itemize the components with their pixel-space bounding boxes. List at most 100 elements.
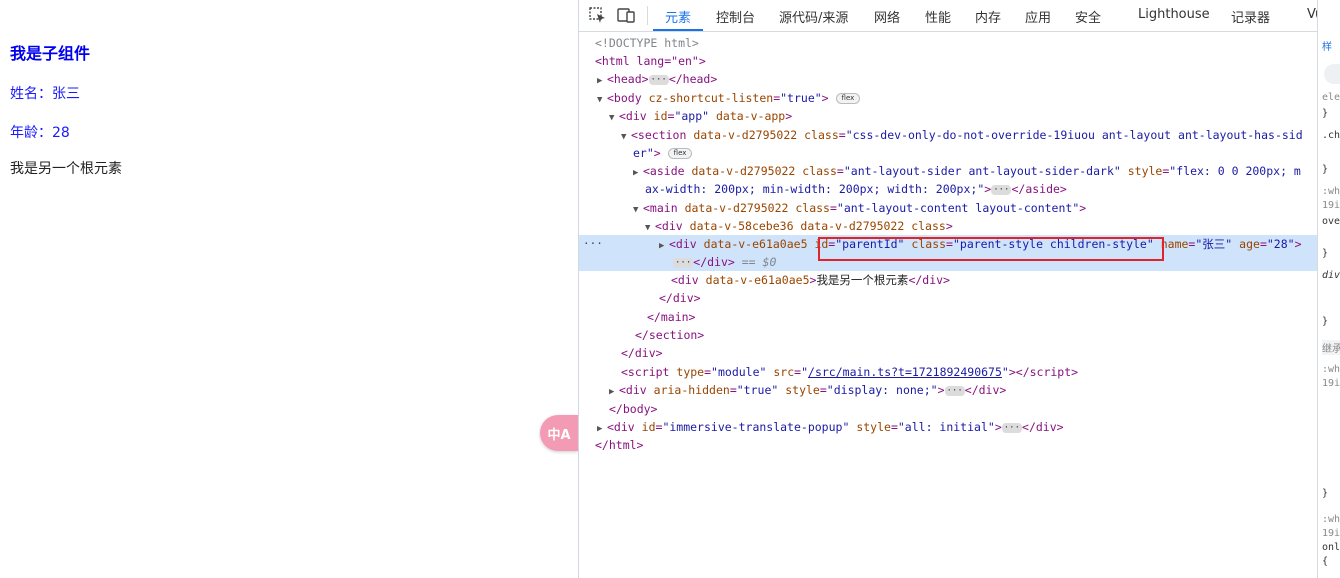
tree-row-section[interactable]: ▼ <section data-v-d2795022 class="css-dev…: [579, 126, 1340, 144]
expand-triangle-icon[interactable]: ▶: [633, 164, 643, 180]
more-options-icon[interactable]: ···: [583, 235, 603, 253]
side-line: }: [1322, 316, 1329, 327]
collapse-triangle-icon[interactable]: ▼: [645, 219, 655, 235]
styles-side-panel: 样 ele } .ch } :wh 19i ove } div } 继承 :wh…: [1317, 0, 1340, 578]
tab-lighthouse[interactable]: Lighthouse: [1138, 7, 1210, 22]
side-line: 19i: [1322, 528, 1340, 539]
collapse-triangle-icon[interactable]: ▼: [621, 128, 631, 144]
tree-row-script[interactable]: <script type="module" src="/src/main.ts?…: [579, 363, 1340, 381]
tree-row-inner-div[interactable]: ▼ <div data-v-58cebe36 data-v-d2795022 cl…: [579, 217, 1340, 235]
tree-row-close-main[interactable]: </main>: [579, 308, 1340, 326]
head-tag: <head>: [607, 72, 649, 86]
tab-console[interactable]: 控制台: [716, 7, 755, 26]
attr-name: data-v-d2795022: [684, 201, 789, 215]
attr-name: data-v-d2795022: [691, 164, 796, 178]
ellipsis-icon[interactable]: ···: [673, 257, 694, 268]
age-line: 年龄：28: [10, 125, 70, 141]
styles-tab[interactable]: 样: [1322, 38, 1332, 53]
tree-row-main[interactable]: ▼ <main data-v-d2795022 class="ant-layout…: [579, 199, 1340, 217]
tree-row-popup[interactable]: ▶ <div id="immersive-translate-popup" sty…: [579, 418, 1335, 436]
tree-row-hidden-div[interactable]: ▶ <div aria-hidden="true" style="display:…: [579, 381, 1340, 399]
tree-row-section-cont[interactable]: er"> flex: [579, 144, 1340, 162]
side-line: }: [1322, 108, 1329, 119]
expand-triangle-icon[interactable]: ▶: [659, 237, 669, 255]
side-line: :wh: [1322, 514, 1340, 525]
ellipsis-icon[interactable]: ···: [991, 184, 1012, 195]
attr-value: "true": [780, 91, 822, 105]
device-toolbar-icon[interactable]: [617, 7, 635, 23]
tree-row-close-html[interactable]: </html>: [579, 436, 1333, 454]
tree-row-close-section[interactable]: </section>: [579, 326, 1340, 344]
attr-value: "28": [1266, 237, 1295, 251]
child-component-heading: 我是子组件: [10, 44, 91, 63]
ellipsis-icon[interactable]: ···: [1001, 422, 1023, 433]
ellipsis-icon[interactable]: ···: [648, 74, 669, 85]
rendered-page: 我是子组件 姓名：张三 年龄：28 我是另一个根元素: [0, 0, 578, 578]
flex-badge[interactable]: flex: [835, 93, 861, 104]
tree-row-doctype[interactable]: <!DOCTYPE html>: [579, 34, 1333, 52]
filter-icon[interactable]: [1324, 64, 1340, 84]
tree-row-html[interactable]: <html lang="en">: [579, 52, 1333, 70]
tab-network[interactable]: 网络: [874, 7, 900, 26]
console-ref: == $0: [741, 255, 777, 269]
side-line: 19i: [1322, 378, 1340, 389]
attr-value: "app": [674, 109, 710, 123]
collapse-triangle-icon[interactable]: ▼: [633, 201, 643, 217]
expand-triangle-icon[interactable]: ▶: [609, 383, 619, 399]
attr-name: cz-shortcut-listen: [648, 91, 774, 105]
side-line: {: [1322, 556, 1329, 567]
tab-elements[interactable]: 元素: [665, 7, 691, 26]
body-tag: <body: [607, 91, 642, 105]
flex-badge[interactable]: flex: [667, 148, 693, 159]
highlight-annotation-box: [818, 237, 1164, 261]
tree-row-head[interactable]: ▶ <head> ··· </head>: [579, 70, 1335, 88]
text-node: 我是另一个根元素: [816, 273, 909, 287]
expand-triangle-icon[interactable]: ▶: [597, 72, 607, 88]
tree-row-root-div[interactable]: <div data-v-e61a0ae5>我是另一个根元素</div>: [579, 271, 1340, 289]
tab-application[interactable]: 应用: [1025, 7, 1051, 26]
attr-name: data-v-58cebe36 data-v-d2795022 class: [689, 219, 946, 233]
name-line: 姓名：张三: [10, 86, 80, 102]
tree-row-close-app[interactable]: </div>: [579, 344, 1340, 362]
attr-value: "display: none;": [826, 383, 938, 397]
attr-value: ax-width: 200px; min-width: 200px; width…: [645, 182, 985, 196]
attr-value: "css-dev-only-do-not-override-19iuou ant…: [845, 128, 1303, 142]
immersive-translate-button[interactable]: 中A: [540, 415, 578, 451]
side-line: ove: [1322, 216, 1340, 227]
tab-memory[interactable]: 内存: [975, 7, 1001, 26]
script-src-link[interactable]: /src/main.ts?t=1721892490675: [808, 365, 1002, 379]
side-line: }: [1322, 248, 1329, 259]
div-tag: <div: [619, 109, 647, 123]
attr-value: "all: initial": [897, 420, 995, 434]
ellipsis-icon[interactable]: ···: [944, 385, 965, 396]
devtools-tabbar: 元素 控制台 源代码/来源 网络 性能 内存 应用 安全 Lighthouse …: [579, 0, 1340, 32]
active-tab-indicator: [653, 29, 703, 31]
side-line: }: [1322, 488, 1329, 499]
tree-row-app[interactable]: ▼ <div id="app" data-v-app>: [579, 107, 1340, 125]
root-element-text: 我是另一个根元素: [10, 161, 122, 177]
side-line: div: [1322, 270, 1340, 281]
expand-triangle-icon[interactable]: ▶: [597, 420, 607, 436]
attr-name: data-v-e61a0ae5: [705, 273, 810, 287]
tree-row-aside-cont[interactable]: ax-width: 200px; min-width: 200px; width…: [579, 180, 1340, 198]
attr-value: "ant-layout-sider ant-layout-sider-dark": [843, 164, 1121, 178]
tab-security[interactable]: 安全: [1075, 7, 1101, 26]
tree-row-aside[interactable]: ▶ <aside data-v-d2795022 class="ant-layou…: [579, 162, 1340, 180]
side-line: 19i: [1322, 200, 1340, 211]
collapse-triangle-icon[interactable]: ▼: [597, 91, 607, 107]
side-line: ele: [1322, 92, 1340, 103]
tab-performance[interactable]: 性能: [925, 7, 951, 26]
side-line: :wh: [1322, 186, 1340, 197]
attr-value: "flex: 0 0 200px; m: [1169, 164, 1301, 178]
doctype-text: <!DOCTYPE html>: [595, 36, 699, 50]
side-line: .ch: [1322, 130, 1340, 141]
tree-row-close-body[interactable]: </body>: [579, 400, 1340, 418]
tree-row-close-div[interactable]: </div>: [579, 289, 1340, 307]
tree-row-body[interactable]: ▼ <body cz-shortcut-listen="true"> flex: [579, 89, 1335, 107]
tab-sources[interactable]: 源代码/来源: [779, 7, 848, 26]
section-tag: <section: [631, 128, 687, 142]
attr-value: "张三": [1195, 237, 1233, 251]
inspect-element-icon[interactable]: [589, 7, 607, 23]
collapse-triangle-icon[interactable]: ▼: [609, 109, 619, 125]
tab-recorder[interactable]: 记录器: [1231, 7, 1270, 26]
